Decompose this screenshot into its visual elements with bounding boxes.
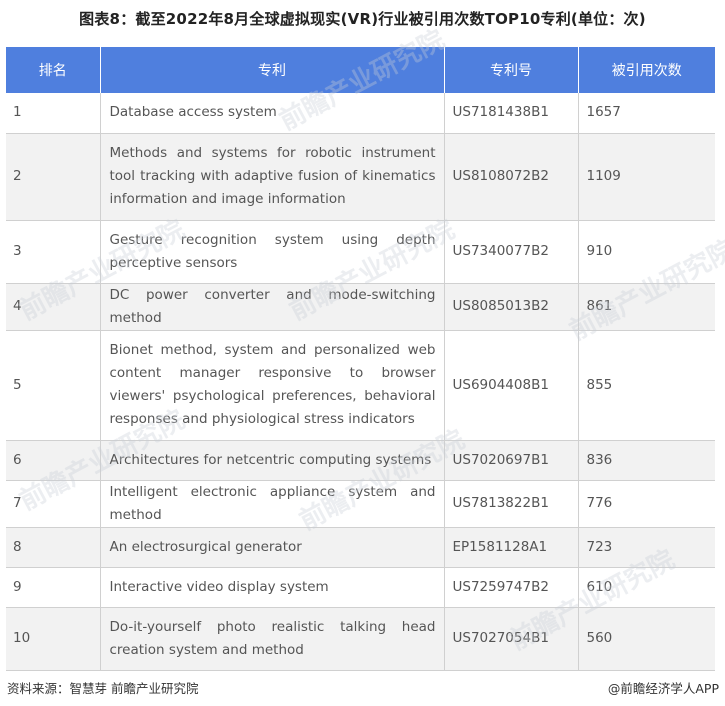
rank-cell: 4 bbox=[6, 283, 101, 331]
table-row: 7 Intelligent electronic appliance syste… bbox=[6, 480, 715, 528]
table-row: 4 DC power converter and mode-switching … bbox=[6, 283, 715, 331]
table-row: 8 An electrosurgical generator EP1581128… bbox=[6, 527, 715, 568]
header-patent-number: 专利号 bbox=[444, 47, 579, 93]
patent-number-cell: US7181438B1 bbox=[444, 93, 579, 134]
citations-cell: 1657 bbox=[578, 93, 715, 134]
rank-cell: 3 bbox=[6, 220, 101, 284]
citations-cell: 1109 bbox=[578, 133, 715, 221]
table-row: 5 Bionet method, system and personalized… bbox=[6, 330, 715, 441]
rank-cell: 10 bbox=[6, 607, 101, 671]
citations-cell: 560 bbox=[578, 607, 715, 671]
patent-number-cell: US7027054B1 bbox=[444, 607, 579, 671]
patent-number-cell: US7340077B2 bbox=[444, 220, 579, 284]
patent-number-cell: EP1581128A1 bbox=[444, 527, 579, 568]
patent-number-cell: US7020697B1 bbox=[444, 440, 579, 481]
table-row: 3 Gesture recognition system using depth… bbox=[6, 220, 715, 284]
header-citations: 被引用次数 bbox=[578, 47, 715, 93]
patent-number-cell: US7813822B1 bbox=[444, 480, 579, 528]
rank-cell: 2 bbox=[6, 133, 101, 221]
header-rank: 排名 bbox=[6, 47, 101, 93]
patent-name-cell: Database access system bbox=[100, 93, 445, 134]
credit-note: @前瞻经济学人APP bbox=[607, 681, 719, 696]
patent-table-container: 排名 专利 专利号 被引用次数 1 Database access system… bbox=[6, 47, 715, 671]
table-row: 9 Interactive video display system US725… bbox=[6, 567, 715, 608]
citations-cell: 776 bbox=[578, 480, 715, 528]
patent-name-cell: Do-it-yourself photo realistic talking h… bbox=[100, 607, 445, 671]
patent-number-cell: US8108072B2 bbox=[444, 133, 579, 221]
patent-name-cell: Bionet method, system and personalized w… bbox=[100, 330, 445, 441]
citations-cell: 855 bbox=[578, 330, 715, 441]
patent-name-cell: An electrosurgical generator bbox=[100, 527, 445, 568]
rank-cell: 9 bbox=[6, 567, 101, 608]
table-row: 1 Database access system US7181438B1 165… bbox=[6, 93, 715, 134]
citations-cell: 861 bbox=[578, 283, 715, 331]
patent-table: 排名 专利 专利号 被引用次数 1 Database access system… bbox=[6, 47, 715, 671]
patent-name-cell: Interactive video display system bbox=[100, 567, 445, 608]
citations-cell: 610 bbox=[578, 567, 715, 608]
citations-cell: 836 bbox=[578, 440, 715, 481]
patent-number-cell: US7259747B2 bbox=[444, 567, 579, 608]
rank-cell: 1 bbox=[6, 93, 101, 134]
citations-cell: 910 bbox=[578, 220, 715, 284]
rank-cell: 7 bbox=[6, 480, 101, 528]
header-patent: 专利 bbox=[100, 47, 445, 93]
table-row: 10 Do-it-yourself photo realistic talkin… bbox=[6, 607, 715, 671]
patent-name-cell: Intelligent electronic appliance system … bbox=[100, 480, 445, 528]
chart-title: 图表8：截至2022年8月全球虚拟现实(VR)行业被引用次数TOP10专利(单位… bbox=[79, 10, 646, 28]
rank-cell: 6 bbox=[6, 440, 101, 481]
table-header-row: 排名 专利 专利号 被引用次数 bbox=[6, 47, 715, 93]
table-row: 6 Architectures for netcentric computing… bbox=[6, 440, 715, 481]
patent-name-cell: DC power converter and mode-switching me… bbox=[100, 283, 445, 331]
citations-cell: 723 bbox=[578, 527, 715, 568]
rank-cell: 8 bbox=[6, 527, 101, 568]
source-note: 资料来源：智慧芽 前瞻产业研究院 bbox=[7, 681, 199, 696]
rank-cell: 5 bbox=[6, 330, 101, 441]
patent-number-cell: US8085013B2 bbox=[444, 283, 579, 331]
patent-number-cell: US6904408B1 bbox=[444, 330, 579, 441]
patent-name-cell: Architectures for netcentric computing s… bbox=[100, 440, 445, 481]
patent-name-cell: Gesture recognition system using depth p… bbox=[100, 220, 445, 284]
table-row: 2 Methods and systems for robotic instru… bbox=[6, 133, 715, 221]
patent-name-cell: Methods and systems for robotic instrume… bbox=[100, 133, 445, 221]
